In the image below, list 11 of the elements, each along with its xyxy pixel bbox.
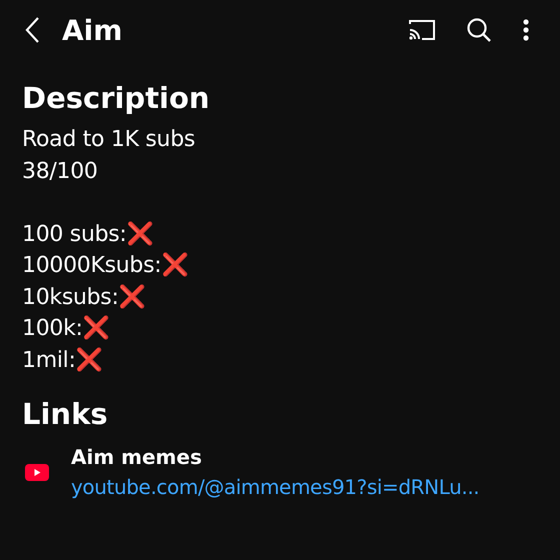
- link-title: Aim memes: [71, 444, 203, 471]
- play-icon: [25, 464, 49, 480]
- link-url[interactable]: youtube.com/@aimmemes91?si=dRNLu...: [71, 472, 480, 502]
- search-icon[interactable]: [466, 17, 492, 43]
- page-title: Aim: [62, 14, 122, 46]
- section-heading: Description: [22, 80, 211, 117]
- section-heading: Links: [22, 396, 109, 433]
- cast-icon[interactable]: [408, 18, 436, 42]
- description-text: Road to 1K subs 38/100 100 subs:❌ 10000Ksubs:❌ 10ksubs:❌ 100k:❌ 1mil:❌: [22, 126, 196, 374]
- back-icon[interactable]: [24, 16, 40, 44]
- more-options-icon[interactable]: [522, 19, 530, 41]
